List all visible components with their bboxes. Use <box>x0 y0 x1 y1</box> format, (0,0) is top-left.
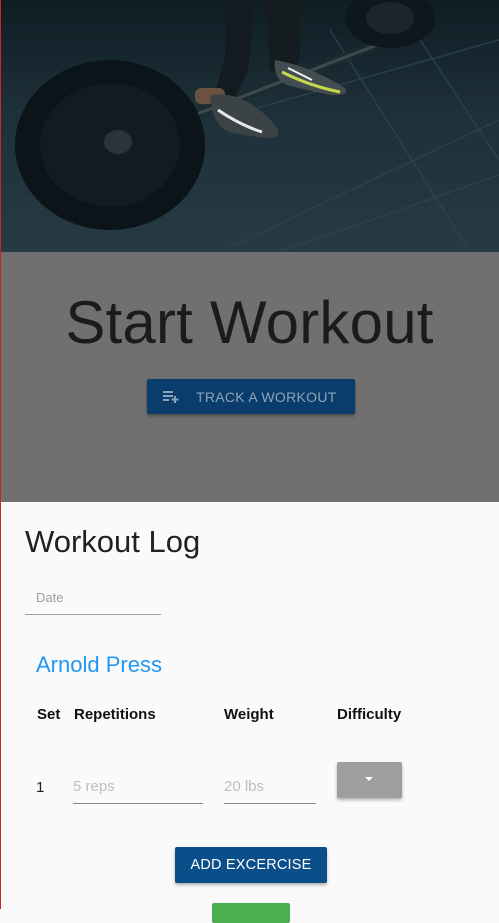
set-number: 1 <box>36 779 45 796</box>
column-header-difficulty: Difficulty <box>337 706 402 723</box>
hero-title: Start Workout <box>65 289 434 356</box>
exercise-name: Arnold Press <box>36 652 162 677</box>
window-edge <box>0 0 1 909</box>
hero-section: Start Workout TRACK A WORKOUT <box>0 0 499 502</box>
difficulty-dropdown[interactable] <box>337 762 402 798</box>
caret-down-icon <box>365 777 373 781</box>
hero-image <box>0 0 499 252</box>
add-exercise-button[interactable]: ADD EXCERCISE <box>175 847 327 883</box>
workout-log-title: Workout Log <box>25 524 201 559</box>
save-button[interactable] <box>212 903 290 923</box>
date-input[interactable] <box>25 580 161 615</box>
repetitions-input[interactable] <box>73 770 203 804</box>
playlist-add-icon <box>163 391 179 403</box>
track-workout-label: TRACK A WORKOUT <box>196 389 337 405</box>
column-header-set: Set <box>37 706 61 723</box>
track-workout-button[interactable]: TRACK A WORKOUT <box>147 379 355 414</box>
weight-input[interactable] <box>224 770 316 804</box>
column-header-repetitions: Repetitions <box>74 706 156 723</box>
column-header-weight: Weight <box>224 706 274 723</box>
